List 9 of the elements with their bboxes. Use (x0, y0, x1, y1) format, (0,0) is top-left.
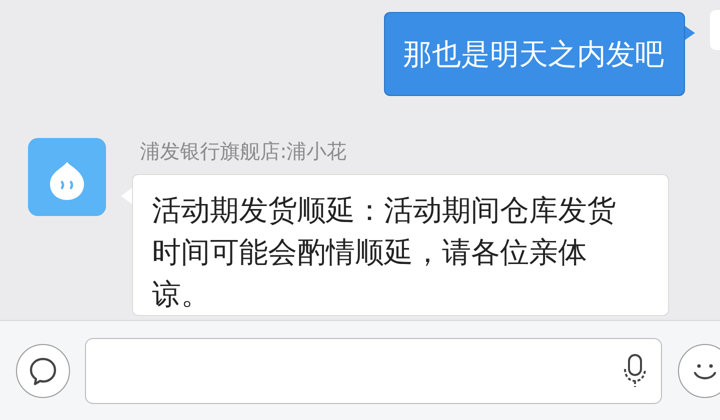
message-bubble: 活动期发货顺延：活动期间仓库发货时间可能会酌情顺延，请各位亲体谅。 (132, 174, 669, 316)
chat-bubble-button[interactable] (16, 344, 70, 398)
message-bubble: 那也是明天之内发吧 (384, 12, 685, 96)
bubble-tail (685, 26, 695, 40)
message-input-field[interactable] (85, 338, 662, 404)
speech-bubble-icon (28, 356, 58, 386)
emoji-button[interactable] (678, 344, 720, 398)
microphone-icon[interactable] (623, 352, 647, 388)
sender-name: 浦发银行旗舰店:浦小花 (140, 138, 348, 164)
